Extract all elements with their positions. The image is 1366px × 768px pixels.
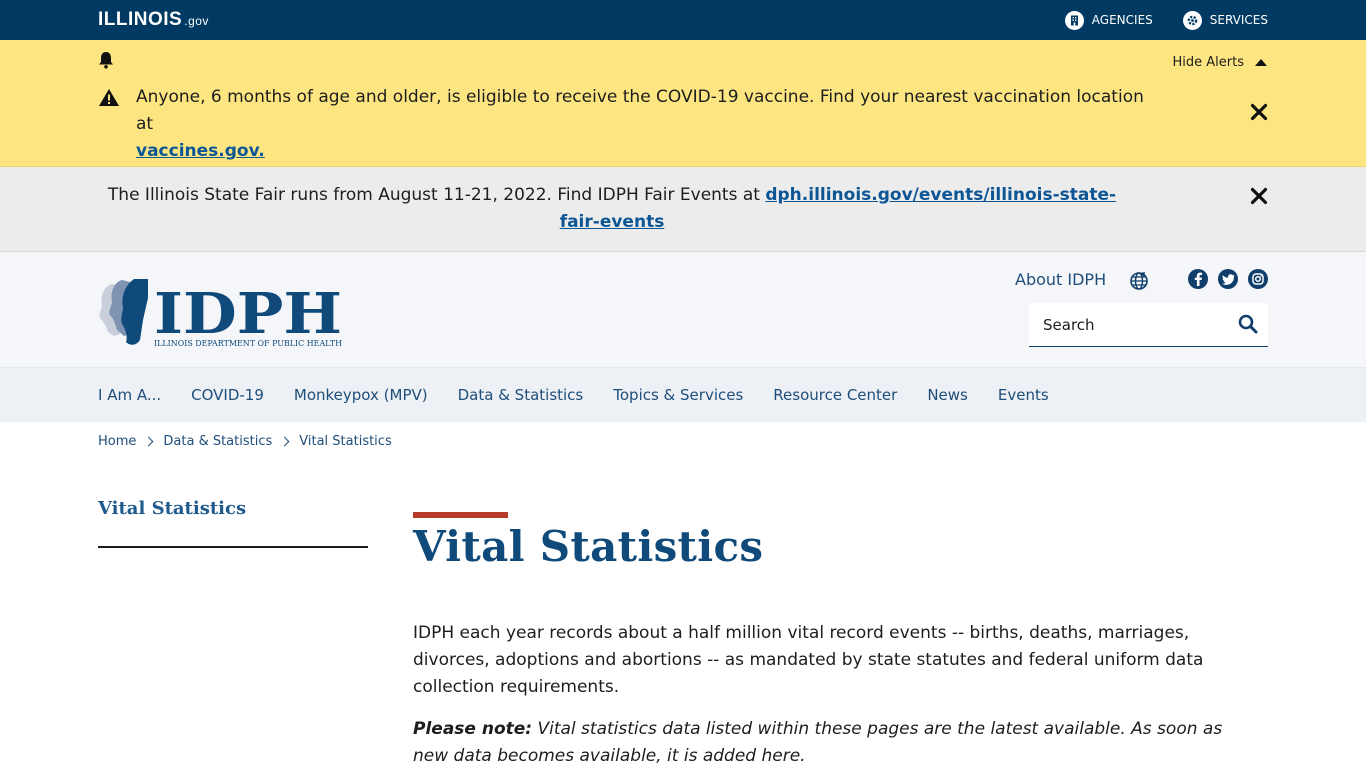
about-idph-link[interactable]: About IDPH (1015, 270, 1106, 289)
bell-icon (98, 51, 114, 73)
chevron-right-icon (143, 436, 154, 446)
top-navigation: AGENCIES SERVICES (1064, 10, 1268, 30)
nav-item-events[interactable]: Events (998, 386, 1049, 404)
nav-item-i-am-a[interactable]: I Am A... (98, 386, 161, 404)
gear-icon (1182, 10, 1202, 30)
globe-translate-icon[interactable] (1129, 271, 1149, 295)
breadcrumb-home[interactable]: Home (98, 434, 136, 449)
breadcrumb-data-statistics[interactable]: Data & Statistics (163, 434, 272, 449)
note-paragraph: Please note: Vital statistics data liste… (413, 716, 1253, 768)
state-fair-alert-text: The Illinois State Fair runs from August… (98, 182, 1126, 236)
agencies-link[interactable]: AGENCIES (1064, 10, 1153, 30)
building-icon (1064, 10, 1084, 30)
page-title: Vital Statistics (413, 522, 764, 571)
close-icon[interactable] (1250, 103, 1268, 121)
sidebar-divider (98, 546, 368, 548)
covid-alert-message: Anyone, 6 months of age and older, is el… (136, 87, 1144, 134)
services-label: SERVICES (1209, 13, 1268, 27)
search-icon[interactable] (1238, 314, 1258, 338)
logo-text: IDPH (154, 281, 342, 347)
close-icon[interactable] (1250, 187, 1268, 205)
alerts-banner: Hide Alerts Anyone, 6 months of age and … (0, 40, 1366, 167)
intro-paragraph: IDPH each year records about a half mill… (413, 623, 1204, 697)
facebook-icon[interactable] (1188, 269, 1208, 289)
idph-logo[interactable]: IDPH ILLINOIS DEPARTMENT OF PUBLIC HEALT… (98, 278, 346, 348)
nav-item-covid-19[interactable]: COVID-19 (191, 386, 264, 404)
main-navigation: I Am A... COVID-19 Monkeypox (MPV) Data … (0, 367, 1366, 422)
illinois-gov-logo[interactable]: ILLINOIS .gov (98, 9, 209, 31)
state-fair-alert: The Illinois State Fair runs from August… (0, 167, 1366, 252)
nav-item-news[interactable]: News (927, 386, 968, 404)
instagram-icon[interactable] (1248, 269, 1268, 289)
search-input[interactable] (1043, 315, 1233, 334)
nav-item-topics-services[interactable]: Topics & Services (613, 386, 743, 404)
services-link[interactable]: SERVICES (1182, 10, 1268, 30)
page-content: Vital Statistics Vital Statistics IDPH e… (0, 460, 1366, 768)
agencies-label: AGENCIES (1091, 13, 1153, 27)
breadcrumb: Home Data & Statistics Vital Statistics (0, 422, 1366, 460)
vaccines-gov-link[interactable]: vaccines.gov. (136, 141, 265, 161)
caret-up-icon (1255, 59, 1267, 66)
search-box (1029, 303, 1268, 347)
note-label: Please note: (413, 719, 533, 739)
nav-item-resource-center[interactable]: Resource Center (773, 386, 897, 404)
site-header: IDPH ILLINOIS DEPARTMENT OF PUBLIC HEALT… (0, 252, 1366, 367)
covid-alert-text: Anyone, 6 months of age and older, is el… (136, 84, 1156, 165)
state-topbar: ILLINOIS .gov AGENCIES SERVICES (0, 0, 1366, 40)
title-accent-bar (413, 512, 508, 518)
sidebar-title-link[interactable]: Vital Statistics (98, 498, 246, 519)
covid-alert: Anyone, 6 months of age and older, is el… (98, 84, 1268, 165)
state-fair-message: The Illinois State Fair runs from August… (107, 185, 760, 205)
note-text: Vital statistics data listed within thes… (413, 719, 1223, 766)
brand-name: ILLINOIS (98, 9, 183, 30)
breadcrumb-vital-statistics[interactable]: Vital Statistics (299, 434, 391, 449)
nav-item-monkeypox[interactable]: Monkeypox (MPV) (294, 386, 428, 404)
brand-suffix: .gov (184, 14, 209, 28)
social-links (1188, 269, 1268, 289)
chevron-right-icon (279, 436, 290, 446)
hide-alerts-button[interactable]: Hide Alerts (1173, 55, 1269, 70)
nav-item-data-statistics[interactable]: Data & Statistics (458, 386, 584, 404)
hide-alerts-label: Hide Alerts (1172, 54, 1245, 70)
warning-icon (98, 84, 136, 111)
logo-subtitle: ILLINOIS DEPARTMENT OF PUBLIC HEALTH (154, 339, 342, 348)
twitter-icon[interactable] (1218, 269, 1238, 289)
alerts-header: Hide Alerts (98, 40, 1268, 84)
